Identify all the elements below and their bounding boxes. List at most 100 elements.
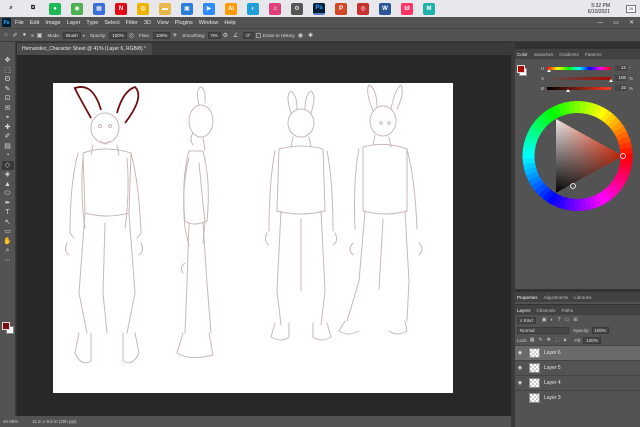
app-teal-icon[interactable]: M [423,2,435,15]
move-tool-icon[interactable]: ✥ [2,56,14,66]
app-green-icon[interactable]: ◉ [71,2,83,15]
eyedropper-tool-icon[interactable]: ⌖ [2,113,14,123]
lock-transparent-icon[interactable]: ▦ [530,337,535,343]
explorer-folder-icon[interactable]: ▬ [159,2,171,15]
illustrator-icon[interactable]: Ai [225,2,237,15]
task-view-icon[interactable]: ⧉ [27,3,39,15]
lasso-tool-icon[interactable]: ʘ [2,75,14,85]
filter-smart-icon[interactable]: ⊞ [573,317,577,323]
hand-tool-icon[interactable]: ✋ [2,237,14,247]
tab-paths[interactable]: Paths [562,308,574,313]
itunes-icon[interactable]: ♫ [269,2,281,15]
blend-mode-select[interactable]: Normal [517,326,569,334]
menu-edit[interactable]: Edit [30,20,39,26]
photoshop-icon[interactable]: Ps [313,2,325,15]
app-red-icon[interactable]: ◎ [357,2,369,15]
maximize-button[interactable]: ▭ [613,19,619,26]
zoom-icon[interactable]: ▶ [203,2,215,15]
symmetry-icon[interactable]: ✱ [308,32,313,39]
close-window-button[interactable]: ✕ [629,19,634,26]
saturation-slider[interactable] [547,76,613,82]
shape-tool-icon[interactable]: ▭ [2,227,14,237]
fill-input[interactable]: 100% [583,336,601,344]
menu-type[interactable]: Type [86,20,98,26]
edge-icon[interactable]: ◐ [247,2,259,15]
type-tool-icon[interactable]: T [2,208,14,218]
layer-row[interactable]: ◉ Layer 6 [515,345,640,360]
visibility-eye-icon[interactable]: ◉ [515,365,525,371]
minimize-button[interactable]: — [597,20,603,26]
menu-plugins[interactable]: Plugins [175,20,193,26]
zoom-level[interactable]: 40.99% [3,419,18,424]
mode-select[interactable]: Brush [62,31,81,39]
lock-all-icon[interactable]: 🔒︎ [564,337,567,343]
layer-row[interactable]: ◉ Layer 4 [515,375,640,390]
gradient-tool-icon[interactable]: ◈ [2,170,14,180]
netflix-icon[interactable]: N [115,2,127,15]
tab-color[interactable]: Color [517,52,528,57]
brush-settings-icon[interactable]: ▣ [37,32,43,39]
hue-slider-handle[interactable] [546,68,551,72]
layer-row[interactable]: Layer 3 [515,390,640,405]
hue-slider[interactable] [546,66,611,72]
filter-adjustment-icon[interactable]: ◐ [551,317,554,323]
tab-properties[interactable]: Properties [517,295,538,300]
document-canvas[interactable] [53,83,453,393]
menu-file[interactable]: File [15,20,24,26]
airbrush-icon[interactable]: ✈ [172,32,177,39]
tab-gradients[interactable]: Gradients [559,52,579,57]
visibility-eye-icon[interactable]: ◉ [515,380,525,386]
opacity-input[interactable]: 100% [109,31,127,39]
frame-tool-icon[interactable]: ✉ [2,104,14,114]
settings-gear-icon[interactable]: ⚙ [291,2,303,15]
brush-tool-icon[interactable]: ✐ [2,132,14,142]
layer-row[interactable]: ◉ Layer 5 [515,360,640,375]
fg-color-chip-front[interactable] [517,65,525,73]
notification-icon[interactable]: 20 [626,4,636,13]
filter-shape-icon[interactable]: ▭ [565,317,570,323]
dodge-tool-icon[interactable]: ⬭ [2,189,14,199]
indesign-icon[interactable]: Id [401,2,413,15]
tab-libraries[interactable]: Libraries [574,295,591,300]
photos-icon[interactable]: ▣ [181,2,193,15]
brush-preset-icon[interactable]: ● [23,32,27,38]
color-picker-marker[interactable] [570,183,576,189]
zoom-tool-icon[interactable]: ⌕ [2,246,14,256]
brightness-slider-handle[interactable] [566,88,571,92]
lock-position-icon[interactable]: ✥ [547,337,551,343]
filter-type-icon[interactable]: T [558,317,561,323]
smoothing-input[interactable]: 0% [208,31,221,39]
menu-3d[interactable]: 3D [144,20,151,26]
eraser-tool-icon[interactable]: ◇ [1,160,14,170]
angle-input[interactable]: 0° [243,31,254,39]
word-icon[interactable]: W [379,2,391,15]
clock[interactable]: 5:32 PM 6/10/2021 [588,3,610,15]
layer-filter-kind[interactable]: ⌕ Kind [517,316,536,324]
more-tools-icon[interactable]: ⋯ [2,256,14,266]
pressure-opacity-icon[interactable]: ◎ [129,32,134,39]
history-brush-tool-icon[interactable]: ◔ [2,151,14,161]
tab-layers[interactable]: Layers [517,308,531,313]
stamp-tool-icon[interactable]: ▤ [2,142,14,152]
lock-artboard-icon[interactable]: ⬚ [555,337,560,343]
marquee-tool-icon[interactable]: ⬚ [2,66,14,76]
chrome-icon[interactable]: ◍ [137,2,149,15]
path-select-tool-icon[interactable]: ↖ [2,218,14,228]
foreground-color-swatch[interactable] [2,322,10,330]
quick-select-tool-icon[interactable]: ✎ [2,85,14,95]
powerpoint-icon[interactable]: P [335,2,347,15]
color-wheel[interactable] [515,97,640,287]
blur-tool-icon[interactable]: ▲ [2,180,14,190]
menu-layer[interactable]: Layer [67,20,81,26]
search-icon[interactable]: ⌕ [5,3,17,15]
lock-image-icon[interactable]: ✎ [539,337,543,343]
hue-input[interactable]: 12 [615,65,627,71]
calendar-icon[interactable]: ▦ [93,2,105,15]
menu-view[interactable]: View [157,20,169,26]
saturation-input[interactable]: 100 [615,75,627,81]
menu-help[interactable]: Help [224,20,235,26]
tab-adjustments[interactable]: Adjustments [544,295,569,300]
pen-tool-icon[interactable]: ✒ [2,199,14,209]
tab-channels[interactable]: Channels [537,308,556,313]
menu-select[interactable]: Select [104,20,119,26]
